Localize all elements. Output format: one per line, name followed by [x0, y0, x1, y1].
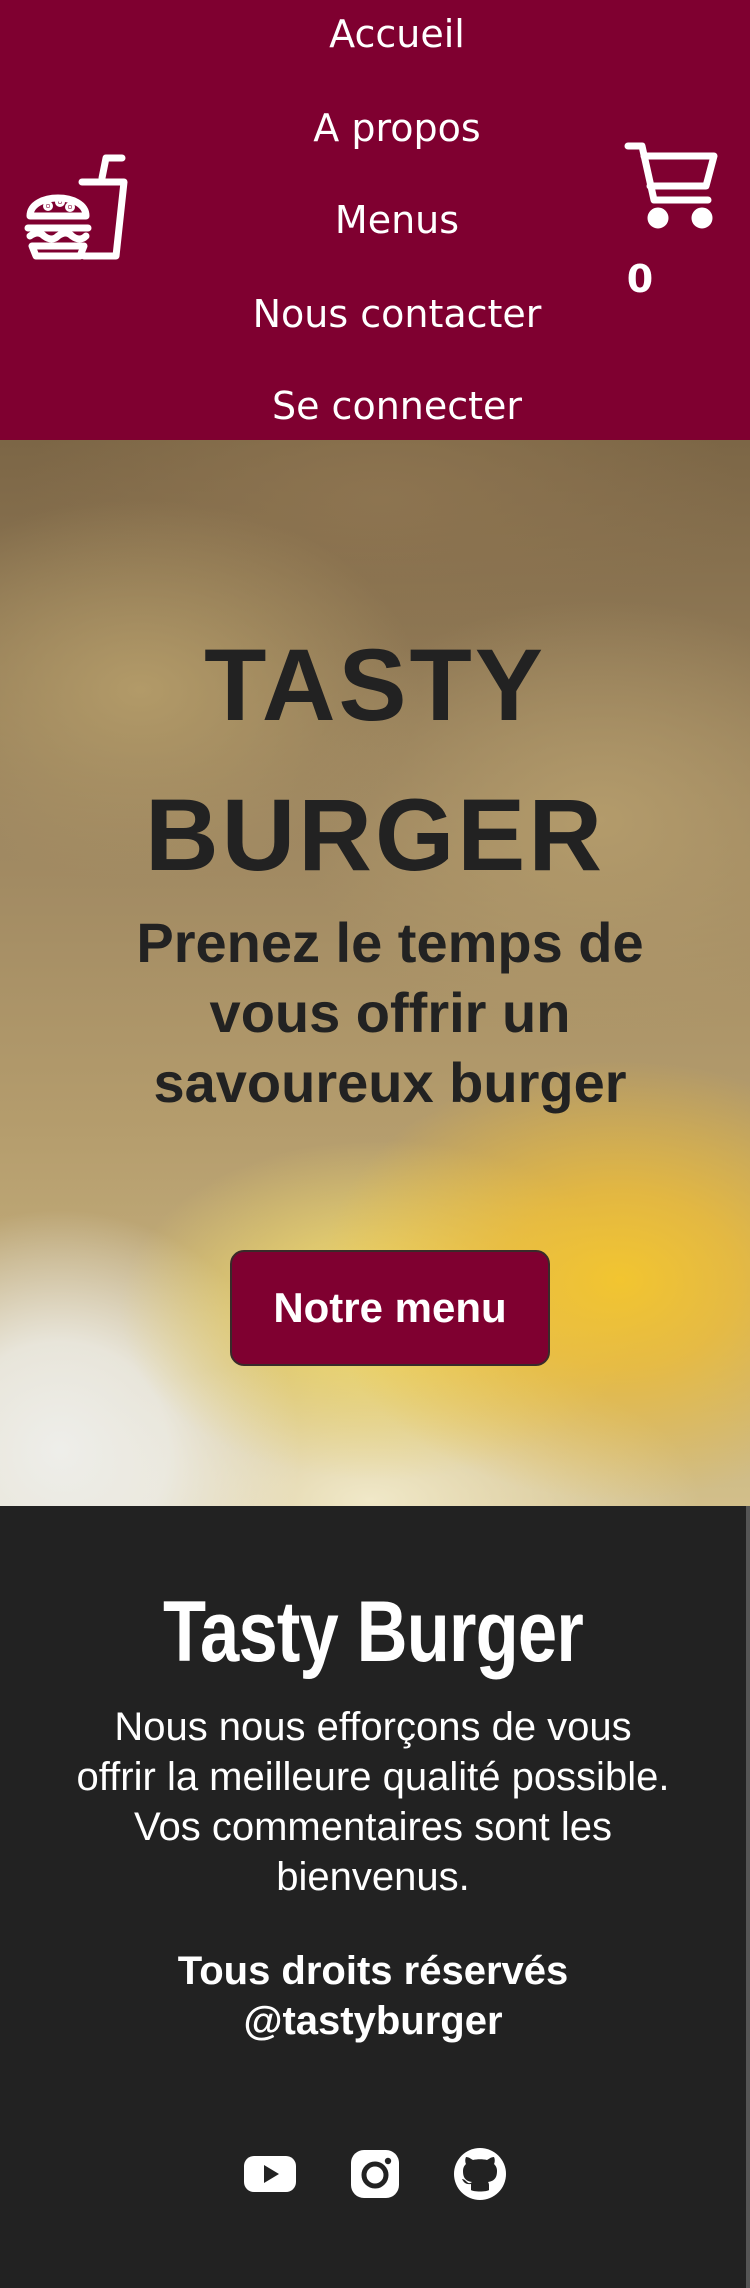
github-link[interactable] — [452, 2146, 508, 2202]
footer-copyright: Tous droits réservés @tastyburger — [177, 1949, 569, 2043]
main-nav: Accueil A propos Menus Nous contacter Se… — [200, 0, 594, 440]
cart-button[interactable]: 0 — [620, 140, 730, 301]
site-footer: Tasty Burger Nous nous efforçons de vous… — [0, 1506, 750, 2288]
cart-icon — [624, 140, 720, 232]
nav-item-menus[interactable]: Menus — [200, 190, 594, 250]
site-header: Accueil A propos Menus Nous contacter Se… — [0, 0, 750, 440]
nav-item-nous-contacter[interactable]: Nous contacter — [200, 284, 594, 344]
logo[interactable] — [24, 152, 130, 262]
nav-item-a-propos[interactable]: A propos — [200, 98, 594, 158]
footer-description: Nous nous efforçons de vous offrir la me… — [76, 1705, 670, 1899]
our-menu-button[interactable]: Notre menu — [230, 1250, 550, 1366]
cart-count-badge: 0 — [626, 257, 654, 301]
burger-and-drink-icon — [24, 152, 130, 262]
youtube-link[interactable] — [242, 2146, 298, 2202]
github-icon — [452, 2146, 508, 2202]
hero-section: TASTY BURGER Prenez le temps de vous off… — [0, 440, 750, 1506]
instagram-icon — [347, 2146, 403, 2202]
nav-item-se-connecter[interactable]: Se connecter — [200, 376, 594, 436]
footer-brand: Tasty Burger — [163, 1584, 584, 1680]
instagram-link[interactable] — [347, 2146, 403, 2202]
youtube-icon — [242, 2146, 298, 2202]
hero-subtitle: Prenez le temps de vous offrir un savour… — [136, 911, 644, 1114]
nav-item-accueil[interactable]: Accueil — [200, 4, 594, 64]
hero-title: TASTY BURGER — [144, 628, 606, 892]
